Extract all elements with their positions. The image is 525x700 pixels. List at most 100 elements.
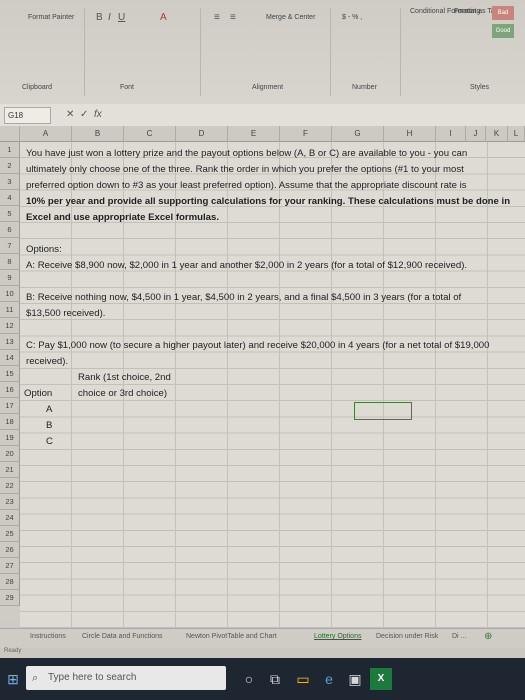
row-header[interactable]: 28 — [0, 574, 20, 590]
ribbon-divider — [200, 8, 201, 96]
option-b-cell[interactable]: B — [46, 418, 52, 434]
add-sheet-icon[interactable]: ⊕ — [484, 631, 492, 642]
merge-center-button[interactable]: Merge & Center — [266, 14, 315, 21]
styles-group-label: Styles — [470, 84, 490, 91]
row-header[interactable]: 26 — [0, 542, 20, 558]
font-color-icon[interactable]: A — [160, 12, 167, 23]
store-icon[interactable]: ▣ — [344, 668, 366, 690]
tab-decision-under-risk[interactable]: Decision under Risk — [376, 633, 438, 640]
cell-text: preferred option down to #3 as your leas… — [26, 180, 467, 191]
column-header[interactable]: B — [72, 126, 124, 142]
rank-column-header-cont: choice or 3rd choice) — [78, 388, 168, 399]
align-left-icon[interactable]: ≡ — [214, 12, 220, 23]
row-header[interactable]: 22 — [0, 478, 20, 494]
excel-window: Format Painter Clipboard B I U A Font ≡ … — [0, 0, 525, 700]
currency-format-buttons[interactable]: $ - % , — [342, 14, 362, 21]
name-box[interactable]: G18 — [4, 107, 51, 124]
select-all-corner[interactable] — [0, 126, 20, 142]
row-header[interactable]: 20 — [0, 446, 20, 462]
tab-circle-data[interactable]: Circle Data and Functions — [82, 633, 163, 640]
option-c-description: C: Pay $1,000 now (to secure a higher pa… — [26, 340, 490, 351]
row-header[interactable]: 15 — [0, 366, 20, 382]
edge-icon[interactable]: e — [318, 668, 340, 690]
task-view-icon[interactable]: ⧉ — [264, 668, 286, 690]
option-a-cell[interactable]: A — [46, 402, 52, 418]
cortana-icon[interactable]: ○ — [238, 668, 260, 690]
row-header[interactable]: 10 — [0, 286, 20, 302]
column-header[interactable]: F — [280, 126, 332, 142]
column-header[interactable]: G — [332, 126, 384, 142]
row-header[interactable]: 23 — [0, 494, 20, 510]
row-header[interactable]: 7 — [0, 238, 20, 254]
clipboard-group-label: Clipboard — [22, 84, 52, 91]
excel-icon[interactable]: X — [370, 668, 392, 690]
bold-icon[interactable]: B — [96, 12, 103, 23]
column-header[interactable]: J — [466, 126, 486, 142]
row-header[interactable]: 14 — [0, 350, 20, 366]
column-header[interactable]: K — [486, 126, 508, 142]
row-header[interactable]: 4 — [0, 190, 20, 206]
underline-icon[interactable]: U — [118, 12, 125, 23]
row-header[interactable]: 13 — [0, 334, 20, 350]
row-header[interactable]: 25 — [0, 526, 20, 542]
selected-cell-g18[interactable] — [354, 402, 412, 420]
column-header[interactable]: A — [20, 126, 72, 142]
style-bad[interactable]: Bad — [492, 6, 514, 20]
number-group-label: Number — [352, 84, 377, 91]
option-c-description-cont: received). — [26, 356, 69, 367]
column-header[interactable]: E — [228, 126, 280, 142]
style-good[interactable]: Good — [492, 24, 514, 38]
fx-icon[interactable]: fx — [94, 109, 102, 120]
italic-icon[interactable]: I — [108, 12, 111, 23]
ribbon: Format Painter Clipboard B I U A Font ≡ … — [0, 0, 525, 105]
format-painter-button[interactable]: Format Painter — [28, 14, 74, 21]
rank-column-header: Rank (1st choice, 2nd — [78, 372, 171, 383]
row-header[interactable]: 11 — [0, 302, 20, 318]
search-placeholder: Type here to search — [48, 672, 137, 683]
row-header[interactable]: 2 — [0, 158, 20, 174]
option-b-description-cont: $13,500 received). — [26, 308, 106, 319]
tab-more[interactable]: Di ... — [452, 633, 466, 640]
column-header[interactable]: C — [124, 126, 176, 142]
ribbon-divider — [400, 8, 401, 96]
tab-instructions[interactable]: Instructions — [30, 633, 66, 640]
tab-lottery-options[interactable]: Lottery Options — [314, 633, 361, 640]
column-header[interactable]: I — [436, 126, 466, 142]
row-header[interactable]: 24 — [0, 510, 20, 526]
alignment-group-label: Alignment — [252, 84, 284, 91]
taskbar-search-box[interactable]: ⌕ Type here to search — [26, 666, 226, 690]
options-heading: Options: — [26, 244, 62, 255]
cancel-icon[interactable]: ✕ — [66, 109, 74, 120]
column-header[interactable]: H — [384, 126, 436, 142]
row-header[interactable]: 18 — [0, 414, 20, 430]
ribbon-divider — [84, 8, 85, 96]
row-header[interactable]: 27 — [0, 558, 20, 574]
row-header[interactable]: 21 — [0, 462, 20, 478]
option-a-description: A: Receive $8,900 now, $2,000 in 1 year … — [26, 260, 468, 271]
row-header[interactable]: 19 — [0, 430, 20, 446]
row-header[interactable]: 1 — [0, 142, 20, 158]
option-b-description: B: Receive nothing now, $4,500 in 1 year… — [26, 292, 462, 303]
row-header[interactable]: 16 — [0, 382, 20, 398]
row-header[interactable]: 5 — [0, 206, 20, 222]
font-group-label: Font — [120, 84, 135, 91]
formula-bar: G18 ✕ ✓ fx — [0, 104, 525, 127]
row-header[interactable]: 8 — [0, 254, 20, 270]
row-header[interactable]: 29 — [0, 590, 20, 606]
file-explorer-icon[interactable]: ▭ — [292, 668, 314, 690]
tab-newton-pivot[interactable]: Newton PivotTable and Chart — [186, 633, 277, 640]
row-header[interactable]: 9 — [0, 270, 20, 286]
enter-icon[interactable]: ✓ — [80, 109, 88, 120]
align-center-icon[interactable]: ≡ — [230, 12, 236, 23]
windows-start-icon[interactable]: ⊞ — [2, 668, 24, 690]
column-header[interactable]: L — [508, 126, 525, 142]
row-header[interactable]: 6 — [0, 222, 20, 238]
ribbon-divider — [330, 8, 331, 96]
windows-taskbar: ⊞ ⌕ Type here to search ○ ⧉ ▭ e ▣ X — [0, 658, 525, 700]
row-header[interactable]: 3 — [0, 174, 20, 190]
cell-text: You have just won a lottery prize and th… — [26, 148, 468, 159]
column-header[interactable]: D — [176, 126, 228, 142]
option-c-cell[interactable]: C — [46, 434, 53, 450]
row-header[interactable]: 12 — [0, 318, 20, 334]
row-header[interactable]: 17 — [0, 398, 20, 414]
